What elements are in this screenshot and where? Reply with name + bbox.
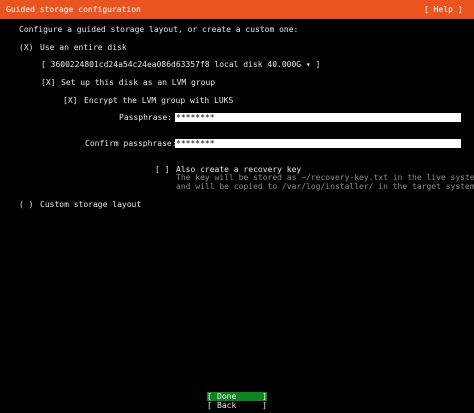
help-button[interactable]: [ Help ] <box>424 5 463 15</box>
luks-label: Encrypt the LVM group with LUKS <box>84 96 234 105</box>
back-button[interactable]: [ Back ] <box>207 401 267 410</box>
use-entire-disk-label: Use an entire disk <box>40 43 127 52</box>
passphrase-field[interactable]: ******** <box>175 113 461 122</box>
confirm-passphrase-label: Confirm passphrase: <box>85 139 177 148</box>
done-button[interactable]: [ Done ] <box>207 392 267 401</box>
lvm-checkbox[interactable]: [X] <box>41 78 55 88</box>
page-title: Guided storage configuration <box>6 5 141 14</box>
recovery-key-help-line-2: and will be copied to /var/log/installer… <box>176 182 474 191</box>
custom-storage-radio[interactable]: ( ) <box>19 200 33 210</box>
confirm-passphrase-field[interactable]: ******** <box>175 139 461 148</box>
disk-select[interactable]: [ 3600224801cd24a54c24ea086d63357f8 loca… <box>41 60 320 70</box>
recovery-key-checkbox[interactable]: [ ] <box>155 165 169 175</box>
back-left-bracket: [ <box>207 401 212 410</box>
custom-storage-label: Custom storage layout <box>40 200 142 209</box>
back-label: Back <box>217 401 237 410</box>
back-right-bracket: ] <box>262 401 267 410</box>
passphrase-label: Passphrase: <box>119 113 172 122</box>
done-label: Done <box>217 392 237 401</box>
done-left-bracket: [ <box>207 392 212 401</box>
use-entire-disk-radio[interactable]: (X) <box>19 43 33 53</box>
intro-text: Configure a guided storage layout, or cr… <box>19 25 299 34</box>
luks-checkbox[interactable]: [X] <box>63 96 77 106</box>
done-right-bracket: ] <box>262 392 267 401</box>
lvm-label: Set up this disk as an LVM group <box>61 78 216 87</box>
title-bar: Guided storage configuration [ Help ] <box>0 0 474 19</box>
